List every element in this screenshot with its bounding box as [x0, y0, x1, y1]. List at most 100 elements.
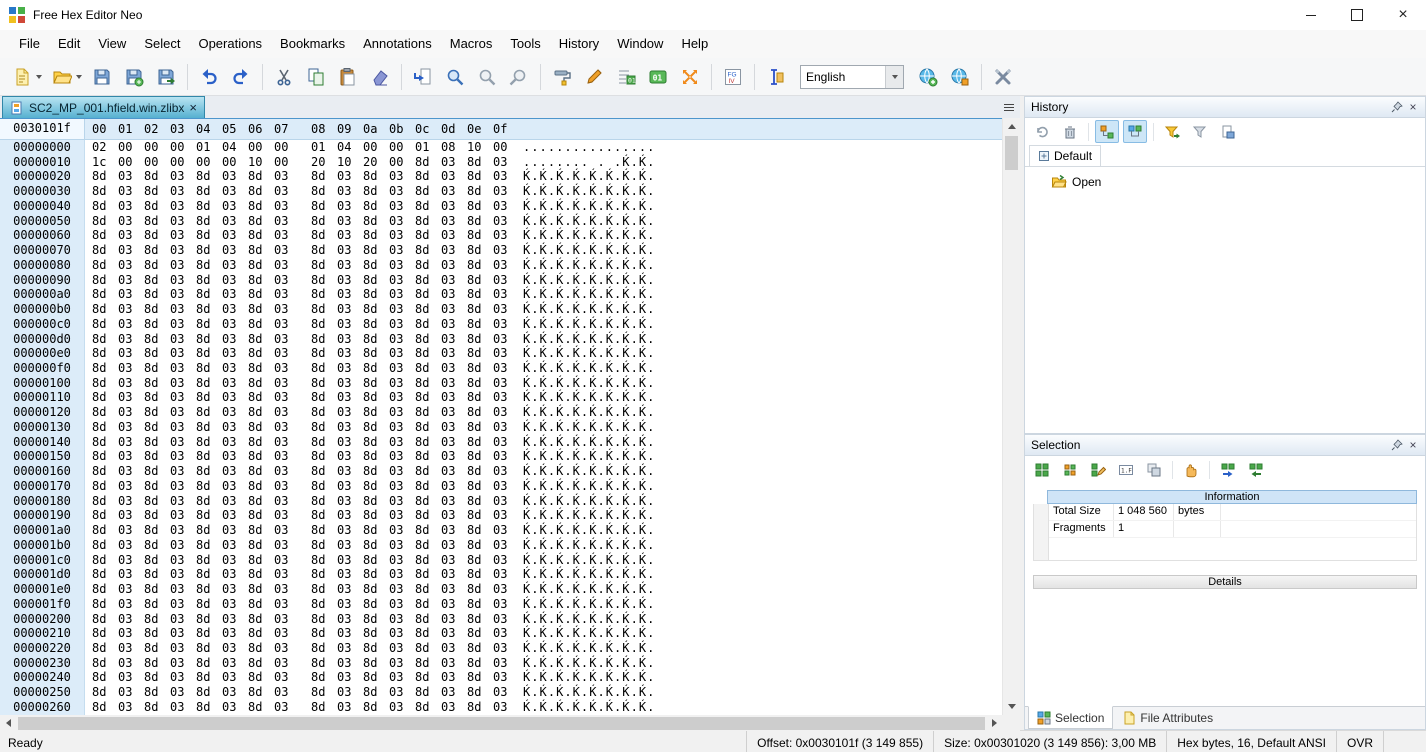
- hex-row-bytes[interactable]: 8d 03 8d 03 8d 03 8d 03 8d 03 8d 03 8d 03 8d 03: [92, 685, 519, 700]
- hex-row-ascii[interactable]: Ќ.Ќ.Ќ.Ќ.Ќ.Ќ.Ќ.Ќ.: [523, 184, 655, 199]
- hex-row-bytes[interactable]: 8d 03 8d 03 8d 03 8d 03 8d 03 8d 03 8d 03 8d 03: [92, 390, 519, 405]
- hex-row-ascii[interactable]: Ќ.Ќ.Ќ.Ќ.Ќ.Ќ.Ќ.Ќ.: [523, 479, 655, 494]
- insert-bits-button[interactable]: 01: [610, 62, 642, 92]
- tab-file-attributes[interactable]: File Attributes: [1113, 707, 1222, 729]
- hex-row[interactable]: 00000120 8d 03 8d 03 8d 03 8d 03 8d 03 8d 03 8d 03 8d 03…: [0, 405, 1002, 420]
- hex-row-bytes[interactable]: 8d 03 8d 03 8d 03 8d 03 8d 03 8d 03 8d 03 8d 03: [92, 508, 519, 523]
- hex-row-ascii[interactable]: Ќ.Ќ.Ќ.Ќ.Ќ.Ќ.Ќ.Ќ.: [523, 302, 655, 317]
- save-selection-button[interactable]: [1216, 458, 1240, 481]
- hex-row-bytes[interactable]: 8d 03 8d 03 8d 03 8d 03 8d 03 8d 03 8d 03 8d 03: [92, 405, 519, 420]
- history-tree-item-open[interactable]: Open: [1051, 174, 1425, 190]
- open-file-dropdown[interactable]: [74, 62, 84, 92]
- hex-row-ascii[interactable]: ........ . .Ќ.Ќ.: [523, 155, 655, 170]
- edit-selection-button[interactable]: [1086, 458, 1110, 481]
- hex-row-ascii[interactable]: Ќ.Ќ.Ќ.Ќ.Ќ.Ќ.Ќ.Ќ.: [523, 228, 655, 243]
- hex-row[interactable]: 00000030 8d 03 8d 03 8d 03 8d 03 8d 03 8d 03 8d 03 8d 03…: [0, 184, 1002, 199]
- find-next-button[interactable]: [471, 62, 503, 92]
- hex-row[interactable]: 000000b0 8d 03 8d 03 8d 03 8d 03 8d 03 8d 03 8d 03 8d 03…: [0, 302, 1002, 317]
- hex-row-ascii[interactable]: Ќ.Ќ.Ќ.Ќ.Ќ.Ќ.Ќ.Ќ.: [523, 361, 655, 376]
- selection-close-button[interactable]: ×: [1405, 438, 1421, 453]
- hex-body[interactable]: 00000000 02 00 00 00 01 04 00 00 01 04 00 00 01 08 10 00…: [0, 140, 1002, 715]
- hex-row-ascii[interactable]: Ќ.Ќ.Ќ.Ќ.Ќ.Ќ.Ќ.Ќ.: [523, 670, 655, 685]
- hex-row-ascii[interactable]: Ќ.Ќ.Ќ.Ќ.Ќ.Ќ.Ќ.Ќ.: [523, 449, 655, 464]
- maximize-button[interactable]: [1334, 0, 1380, 30]
- hex-row[interactable]: 000000f0 8d 03 8d 03 8d 03 8d 03 8d 03 8d 03 8d 03 8d 03…: [0, 361, 1002, 376]
- hex-row[interactable]: 000001b0 8d 03 8d 03 8d 03 8d 03 8d 03 8d 03 8d 03 8d 03…: [0, 537, 1002, 553]
- hex-row-ascii[interactable]: Ќ.Ќ.Ќ.Ќ.Ќ.Ќ.Ќ.Ќ.: [523, 685, 655, 700]
- hex-row-bytes[interactable]: 8d 03 8d 03 8d 03 8d 03 8d 03 8d 03 8d 03 8d 03: [92, 184, 519, 199]
- hex-row[interactable]: 00000020 8d 03 8d 03 8d 03 8d 03 8d 03 8d 03 8d 03 8d 03…: [0, 169, 1002, 185]
- hex-row-ascii[interactable]: Ќ.Ќ.Ќ.Ќ.Ќ.Ќ.Ќ.Ќ.: [523, 199, 655, 214]
- language-settings-button[interactable]: [944, 62, 976, 92]
- menu-item-macros[interactable]: Macros: [441, 30, 502, 58]
- selection-pin-button[interactable]: [1389, 438, 1405, 453]
- hex-row[interactable]: 00000000 02 00 00 00 01 04 00 00 01 04 00 00 01 08 10 00…: [0, 140, 1002, 155]
- horizontal-scroll-thumb[interactable]: [18, 716, 985, 730]
- hex-row[interactable]: 00000180 8d 03 8d 03 8d 03 8d 03 8d 03 8d 03 8d 03 8d 03…: [0, 493, 1002, 509]
- hex-row-bytes[interactable]: 8d 03 8d 03 8d 03 8d 03 8d 03 8d 03 8d 03 8d 03: [92, 302, 519, 317]
- undo-button[interactable]: [193, 62, 225, 92]
- hex-row-ascii[interactable]: Ќ.Ќ.Ќ.Ќ.Ќ.Ќ.Ќ.Ќ.: [523, 332, 655, 347]
- hex-row[interactable]: 000001e0 8d 03 8d 03 8d 03 8d 03 8d 03 8d 03 8d 03 8d 03…: [0, 582, 1002, 597]
- hex-row-ascii[interactable]: Ќ.Ќ.Ќ.Ќ.Ќ.Ќ.Ќ.Ќ.: [523, 169, 655, 184]
- hex-row-bytes[interactable]: 8d 03 8d 03 8d 03 8d 03 8d 03 8d 03 8d 03 8d 03: [92, 538, 519, 553]
- document-tab[interactable]: SC2_MP_001.hfield.win.zlibx ×: [2, 96, 206, 118]
- hex-row-bytes[interactable]: 8d 03 8d 03 8d 03 8d 03 8d 03 8d 03 8d 03 8d 03: [92, 494, 519, 509]
- hex-row-ascii[interactable]: Ќ.Ќ.Ќ.Ќ.Ќ.Ќ.Ќ.Ќ.: [523, 317, 655, 332]
- pan-button[interactable]: [1179, 458, 1203, 481]
- track-changes-button[interactable]: [1123, 120, 1147, 143]
- menu-item-select[interactable]: Select: [135, 30, 189, 58]
- hex-row-ascii[interactable]: Ќ.Ќ.Ќ.Ќ.Ќ.Ќ.Ќ.Ќ.: [523, 553, 655, 568]
- hex-row-ascii[interactable]: Ќ.Ќ.Ќ.Ќ.Ќ.Ќ.Ќ.Ќ.: [523, 273, 655, 288]
- horizontal-scrollbar[interactable]: [0, 715, 1003, 732]
- redo-button[interactable]: [225, 62, 257, 92]
- hex-row-ascii[interactable]: Ќ.Ќ.Ќ.Ќ.Ќ.Ќ.Ќ.Ќ.: [523, 597, 655, 612]
- hex-row-ascii[interactable]: Ќ.Ќ.Ќ.Ќ.Ќ.Ќ.Ќ.Ќ.: [523, 405, 655, 420]
- hex-row-bytes[interactable]: 8d 03 8d 03 8d 03 8d 03 8d 03 8d 03 8d 03 8d 03: [92, 332, 519, 347]
- hex-row-ascii[interactable]: Ќ.Ќ.Ќ.Ќ.Ќ.Ќ.Ќ.Ќ.: [523, 214, 655, 229]
- hex-row[interactable]: 00000230 8d 03 8d 03 8d 03 8d 03 8d 03 8d 03 8d 03 8d 03…: [0, 655, 1002, 671]
- history-close-button[interactable]: ×: [1405, 100, 1421, 115]
- hex-row-bytes[interactable]: 8d 03 8d 03 8d 03 8d 03 8d 03 8d 03 8d 03 8d 03: [92, 523, 519, 538]
- hex-row[interactable]: 00000220 8d 03 8d 03 8d 03 8d 03 8d 03 8d 03 8d 03 8d 03…: [0, 640, 1002, 656]
- menu-item-edit[interactable]: Edit: [49, 30, 89, 58]
- save-button[interactable]: [86, 62, 118, 92]
- document-tab-close-icon[interactable]: ×: [189, 101, 197, 114]
- hex-row-ascii[interactable]: Ќ.Ќ.Ќ.Ќ.Ќ.Ќ.Ќ.Ќ.: [523, 464, 655, 479]
- history-pin-button[interactable]: [1389, 100, 1405, 115]
- modify-selection-button[interactable]: [1058, 458, 1082, 481]
- hex-row-bytes[interactable]: 8d 03 8d 03 8d 03 8d 03 8d 03 8d 03 8d 03 8d 03: [92, 479, 519, 494]
- hex-row-bytes[interactable]: 8d 03 8d 03 8d 03 8d 03 8d 03 8d 03 8d 03 8d 03: [92, 464, 519, 479]
- hex-row[interactable]: 00000060 8d 03 8d 03 8d 03 8d 03 8d 03 8d 03 8d 03 8d 03…: [0, 228, 1002, 244]
- history-tab-default[interactable]: Default: [1029, 145, 1102, 166]
- tab-selection[interactable]: Selection: [1028, 706, 1114, 729]
- menu-item-help[interactable]: Help: [672, 30, 717, 58]
- hex-row-ascii[interactable]: Ќ.Ќ.Ќ.Ќ.Ќ.Ќ.Ќ.Ќ.: [523, 243, 655, 258]
- hex-row-ascii[interactable]: Ќ.Ќ.Ќ.Ќ.Ќ.Ќ.Ќ.Ќ.: [523, 287, 655, 302]
- hex-row[interactable]: 00000140 8d 03 8d 03 8d 03 8d 03 8d 03 8d 03 8d 03 8d 03…: [0, 434, 1002, 450]
- minimize-button[interactable]: [1288, 0, 1334, 30]
- hex-row-bytes[interactable]: 8d 03 8d 03 8d 03 8d 03 8d 03 8d 03 8d 03 8d 03: [92, 449, 519, 464]
- hex-row-ascii[interactable]: Ќ.Ќ.Ќ.Ќ.Ќ.Ќ.Ќ.Ќ.: [523, 538, 655, 553]
- hex-row[interactable]: 00000040 8d 03 8d 03 8d 03 8d 03 8d 03 8d 03 8d 03 8d 03…: [0, 198, 1002, 214]
- hex-row[interactable]: 00000240 8d 03 8d 03 8d 03 8d 03 8d 03 8d 03 8d 03 8d 03…: [0, 670, 1002, 686]
- hex-row[interactable]: 000001a0 8d 03 8d 03 8d 03 8d 03 8d 03 8d 03 8d 03 8d 03…: [0, 523, 1002, 538]
- hex-row[interactable]: 000001c0 8d 03 8d 03 8d 03 8d 03 8d 03 8d 03 8d 03 8d 03…: [0, 552, 1002, 568]
- hex-row[interactable]: 00000260 8d 03 8d 03 8d 03 8d 03 8d 03 8d 03 8d 03 8d 03…: [0, 699, 1002, 715]
- menu-item-operations[interactable]: Operations: [189, 30, 271, 58]
- menu-item-bookmarks[interactable]: Bookmarks: [271, 30, 354, 58]
- hex-row-ascii[interactable]: Ќ.Ќ.Ќ.Ќ.Ќ.Ќ.Ќ.Ќ.: [523, 567, 655, 582]
- window-list-button[interactable]: [1004, 106, 1014, 108]
- load-selection-button[interactable]: [1244, 458, 1268, 481]
- hex-row-bytes[interactable]: 8d 03 8d 03 8d 03 8d 03 8d 03 8d 03 8d 03 8d 03: [92, 700, 519, 715]
- hex-row-bytes[interactable]: 8d 03 8d 03 8d 03 8d 03 8d 03 8d 03 8d 03 8d 03: [92, 612, 519, 627]
- language-select[interactable]: English: [800, 64, 904, 89]
- language-select-arrow[interactable]: [885, 65, 903, 88]
- new-selection-button[interactable]: [1030, 458, 1054, 481]
- hex-row-ascii[interactable]: Ќ.Ќ.Ќ.Ќ.Ќ.Ќ.Ќ.Ќ.: [523, 612, 655, 627]
- menu-item-tools[interactable]: Tools: [501, 30, 549, 58]
- export-history-button[interactable]: [1216, 120, 1240, 143]
- hex-row-ascii[interactable]: Ќ.Ќ.Ќ.Ќ.Ќ.Ќ.Ќ.Ќ.: [523, 508, 655, 523]
- hex-row[interactable]: 000001d0 8d 03 8d 03 8d 03 8d 03 8d 03 8d 03 8d 03 8d 03…: [0, 567, 1002, 583]
- fill-button[interactable]: [546, 62, 578, 92]
